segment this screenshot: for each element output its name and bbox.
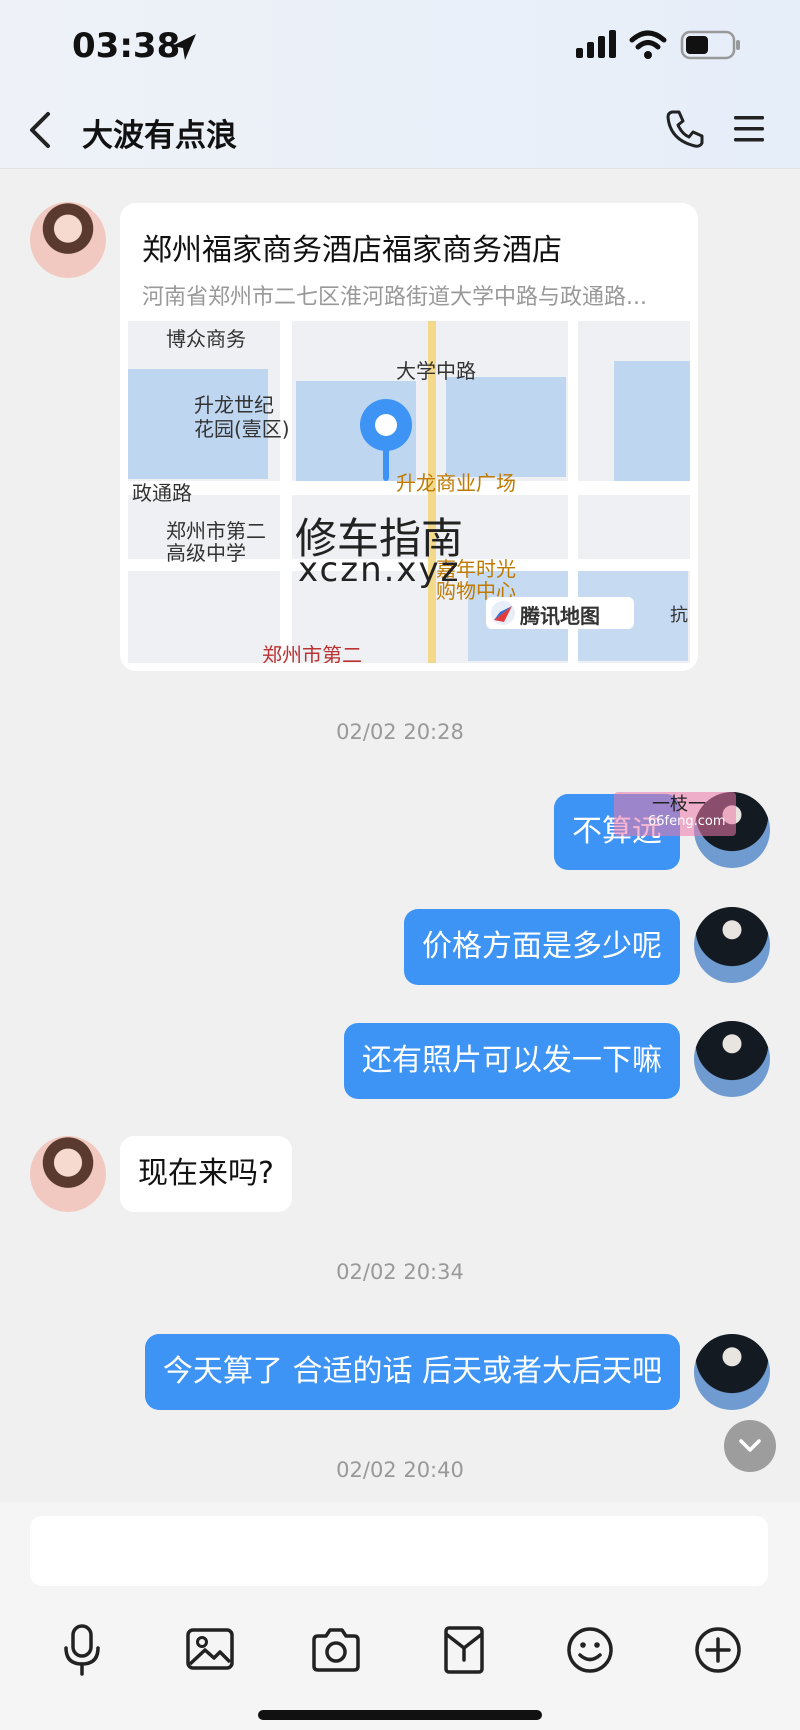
my-avatar[interactable] (694, 907, 770, 983)
my-avatar[interactable] (694, 1021, 770, 1097)
battery-icon (680, 30, 740, 60)
map-label: 高级中学 (166, 541, 246, 565)
map-block (614, 361, 690, 481)
plus-icon[interactable] (688, 1620, 748, 1680)
outgoing-message[interactable]: 今天算了 合适的话 后天或者大后天吧 (144, 1334, 680, 1410)
emoji-icon[interactable] (560, 1620, 620, 1680)
map-pin-icon (360, 399, 412, 481)
message-timestamp: 02/02 20:28 (336, 720, 464, 744)
chat-title: 大波有点浪 (82, 118, 237, 154)
location-title: 郑州福家商务酒店福家商务酒店 (142, 233, 562, 268)
menu-icon[interactable] (732, 112, 766, 146)
map-label: 花园(壹区) (194, 417, 290, 441)
outgoing-message[interactable]: 还有照片可以发一下嘛 (344, 1023, 680, 1099)
sticker-watermark-text: 66feng.com (648, 814, 726, 829)
contact-avatar[interactable] (30, 1136, 106, 1212)
camera-icon[interactable] (306, 1620, 366, 1680)
contact-avatar[interactable] (30, 202, 106, 278)
location-card[interactable]: 郑州福家商务酒店福家商务酒店 河南省郑州市二七区淮河路街道大学中路与政通路...… (120, 203, 698, 671)
map-provider-label: 腾讯地图 (520, 604, 600, 628)
wifi-icon (629, 30, 667, 59)
image-icon[interactable] (180, 1620, 240, 1680)
message-timestamp: 02/02 20:40 (336, 1458, 464, 1482)
location-arrow-icon (172, 34, 196, 60)
map-label: 大学中路 (396, 359, 476, 383)
chat-header: 大波有点浪 (0, 90, 800, 169)
cellular-signal-icon (576, 30, 616, 58)
location-address: 河南省郑州市二七区淮河路街道大学中路与政通路... (142, 285, 647, 310)
microphone-icon[interactable] (52, 1620, 112, 1680)
incoming-message[interactable]: 现在来吗? (120, 1136, 292, 1212)
composer (0, 1502, 800, 1730)
my-avatar[interactable] (694, 1334, 770, 1410)
map-block (446, 377, 566, 477)
sticker-watermark: 一枝一 66feng.com (614, 792, 736, 836)
status-bar: 03:38 (0, 0, 800, 90)
map-label: 政通路 (132, 481, 192, 505)
map-label: 博众商务 (166, 327, 246, 351)
home-indicator[interactable] (258, 1710, 542, 1720)
back-icon[interactable] (26, 110, 54, 150)
red-packet-icon[interactable] (434, 1620, 494, 1680)
map-label: 抗 (670, 605, 688, 626)
chevron-down-icon (739, 1439, 761, 1452)
outgoing-message[interactable]: 价格方面是多少呢 (404, 909, 680, 985)
sticker-watermark-glyphs: 一枝一 (652, 794, 706, 815)
tencent-map-logo-icon (491, 601, 515, 625)
watermark-url: xczn.xyz (298, 550, 461, 590)
message-input[interactable] (30, 1516, 768, 1586)
message-timestamp: 02/02 20:34 (336, 1260, 464, 1284)
map-provider-badge: 腾讯地图 (486, 597, 634, 629)
map-preview[interactable]: 博众商务 大学中路 升龙世纪 花园(壹区) 升龙商业广场 政通路 郑州市第二 高… (128, 321, 690, 663)
status-time: 03:38 (72, 26, 181, 66)
map-road (280, 321, 292, 663)
map-label: 郑州市第二 (262, 643, 362, 663)
phone-icon[interactable] (664, 108, 706, 150)
